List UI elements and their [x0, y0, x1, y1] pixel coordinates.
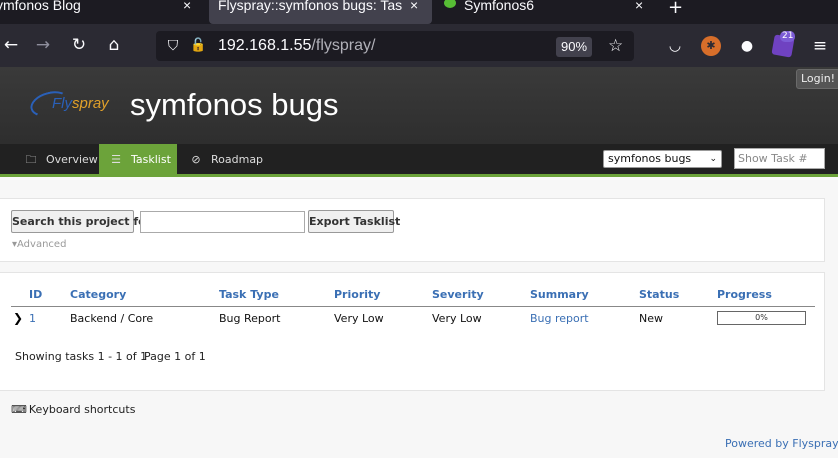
url-bar[interactable]: ⛉ 🔓 192.168.1.55/flyspray/ 90% ☆ [156, 31, 634, 61]
column-header-status[interactable]: Status [639, 288, 679, 301]
bookmark-star-icon[interactable]: ☆ [608, 35, 623, 57]
shield-icon[interactable]: ⛉ [164, 37, 182, 55]
tab-label: Overview [46, 153, 98, 166]
home-icon[interactable]: ⌂ [103, 34, 125, 56]
progress-text: 0% [755, 313, 768, 322]
task-list-panel: ID Category Task Type Priority Severity … [0, 272, 825, 391]
insecure-lock-icon[interactable]: 🔓 [190, 37, 206, 55]
column-header-progress[interactable]: Progress [717, 288, 772, 301]
site-header: Login! Flyspray symfonos bugs [0, 67, 838, 144]
tab-title: ymfonos Blog [0, 0, 81, 13]
tab-title: Symfonos6 [464, 0, 535, 13]
list-icon: ☰ [111, 153, 121, 166]
browser-nav-bar: ← → ↻ ⌂ ⛉ 🔓 192.168.1.55/flyspray/ 90% ☆… [0, 24, 838, 67]
advanced-search-toggle[interactable]: ▾Advanced [12, 239, 66, 250]
tab-tasklist[interactable]: ☰ Tasklist [99, 144, 177, 174]
project-select[interactable]: symfonos bugs ⌄ [603, 150, 722, 168]
logo-spray-text: spray [72, 95, 109, 112]
keyboard-shortcuts-link[interactable]: ⌨ Keyboard shortcuts [11, 403, 135, 416]
tab-label: Tasklist [131, 153, 171, 166]
task-progress-bar: 0% [717, 311, 806, 325]
search-panel: Search this project for Export Tasklist … [0, 198, 825, 262]
browser-tab-blog[interactable]: ymfonos Blog × [0, 0, 205, 24]
tab-roadmap[interactable]: ⊘ Roadmap [189, 144, 263, 174]
chevron-down-icon: ⌄ [709, 154, 717, 164]
column-header-category[interactable]: Category [70, 288, 126, 301]
flyspray-logo[interactable]: Flyspray [27, 87, 112, 121]
browser-tab-symfonos6[interactable]: Symfonos6 × [438, 0, 658, 24]
browser-tab-flyspray[interactable]: Flyspray::symfonos bugs: Tas × [209, 0, 432, 24]
column-header-summary[interactable]: Summary [530, 288, 589, 301]
column-header-task-type[interactable]: Task Type [219, 288, 279, 301]
page-of-text: Page 1 of 1 [144, 350, 206, 363]
expand-row-icon[interactable]: ❯ [13, 311, 23, 325]
column-header-id[interactable]: ID [29, 288, 42, 301]
back-icon[interactable]: ← [0, 34, 22, 56]
page-title: symfonos bugs [130, 87, 339, 122]
tab-favicon-icon [444, 0, 456, 8]
tab-close-icon[interactable]: × [635, 0, 643, 12]
column-header-severity[interactable]: Severity [432, 288, 484, 301]
task-summary-link[interactable]: Bug report [530, 312, 589, 325]
login-button[interactable]: Login! [796, 69, 838, 89]
browser-tab-bar: ymfonos Blog × Flyspray::symfonos bugs: … [0, 0, 838, 24]
task-priority: Very Low [334, 312, 384, 325]
zoom-level-button[interactable]: 90% [556, 37, 592, 57]
main-content: Search this project for Export Tasklist … [0, 180, 838, 458]
tab-overview[interactable]: 🗀 Overview [24, 144, 98, 174]
roadmap-icon: ⊘ [191, 153, 201, 166]
extension-badge: 21 [780, 31, 796, 42]
foxyproxy-icon[interactable]: ✱ [701, 36, 721, 56]
search-project-button[interactable]: Search this project for [11, 210, 151, 233]
folder-icon: 🗀 [25, 153, 37, 166]
new-tab-icon[interactable]: + [668, 0, 683, 18]
column-header-priority[interactable]: Priority [334, 288, 380, 301]
tab-title: Flyspray::symfonos bugs: Tas [218, 0, 403, 13]
tab-close-icon[interactable]: × [183, 0, 191, 12]
pocket-icon[interactable]: ◡ [665, 36, 685, 56]
header-divider [11, 306, 815, 307]
task-type: Bug Report [219, 312, 281, 325]
menu-icon[interactable]: ≡ [810, 36, 830, 56]
showing-tasks-text: Showing tasks 1 - 1 of 1 [15, 350, 148, 363]
export-tasklist-button[interactable]: Export Tasklist [308, 210, 400, 233]
powered-by-link[interactable]: Powered by Flyspray [725, 437, 838, 450]
task-severity: Very Low [432, 312, 482, 325]
cookie-icon[interactable]: ● [737, 36, 757, 56]
tab-label: Roadmap [211, 153, 264, 166]
search-input[interactable] [140, 211, 305, 233]
task-id-link[interactable]: 1 [29, 312, 36, 325]
keyboard-icon: ⌨ [11, 403, 27, 416]
url-text[interactable]: 192.168.1.55/flyspray/ [218, 36, 375, 56]
logo-fly-text: Fly [52, 95, 72, 112]
forward-icon[interactable]: → [32, 34, 54, 56]
tab-close-icon[interactable]: × [410, 0, 418, 12]
project-menu-bar: 🗀 Overview ☰ Tasklist ⊘ Roadmap symfonos bu… [0, 144, 838, 177]
task-status: New [639, 312, 663, 325]
show-task-input[interactable]: Show Task # [734, 148, 825, 169]
task-category: Backend / Core [70, 312, 154, 325]
reload-icon[interactable]: ↻ [68, 34, 90, 56]
